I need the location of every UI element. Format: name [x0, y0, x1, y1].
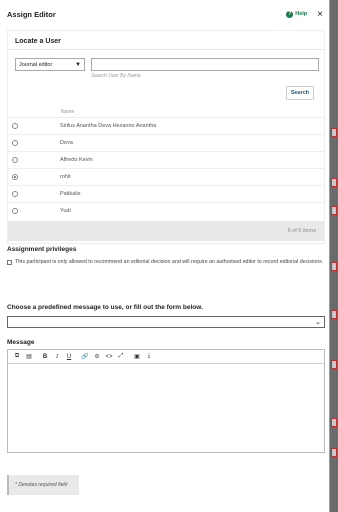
user-name: Yudi: [60, 208, 71, 214]
user-row[interactable]: Patikalis: [8, 185, 324, 202]
user-radio[interactable]: [12, 140, 18, 146]
user-row[interactable]: Sirilus Anantha Deva Hexanno Anantha: [8, 117, 324, 134]
backdrop-marker: [331, 418, 337, 427]
user-name: Deva: [60, 140, 73, 146]
user-name: rohit: [60, 174, 71, 180]
user-radio-selected[interactable]: [12, 174, 18, 180]
backdrop-marker: [331, 206, 337, 215]
help-link[interactable]: ? Help: [286, 10, 308, 18]
fullscreen-icon[interactable]: ⤢: [115, 351, 127, 363]
user-radio[interactable]: [12, 123, 18, 129]
assignment-privileges: Assignment privileges This participant i…: [7, 246, 325, 267]
search-user-placeholder: Search User By Name: [91, 73, 141, 79]
locate-user-title: Locate a User: [8, 31, 324, 50]
required-field-note: * Denotes required field: [7, 475, 79, 495]
predefined-message-section: Choose a predefined message to use, or f…: [7, 304, 325, 328]
paste-icon[interactable]: ▤: [23, 351, 35, 363]
backdrop-marker: [331, 262, 337, 271]
italic-icon[interactable]: I: [51, 351, 63, 363]
user-list: Sirilus Anantha Deva Hexanno Anantha Dev…: [8, 117, 324, 219]
privileges-title: Assignment privileges: [7, 246, 77, 253]
help-label: Help: [295, 11, 308, 17]
bold-icon[interactable]: B: [39, 351, 51, 363]
recommend-only-option: This participant is only allowed to reco…: [7, 258, 325, 267]
message-title: Message: [7, 339, 35, 346]
user-radio[interactable]: [12, 208, 18, 214]
underline-icon[interactable]: U: [63, 351, 75, 363]
unlink-icon[interactable]: ⊘: [91, 351, 103, 363]
chevron-down-icon: ▼: [75, 61, 81, 68]
modal-header: Assign Editor ? Help ×: [0, 0, 329, 28]
role-select[interactable]: Journal editor ▼: [15, 58, 85, 71]
user-row[interactable]: Alfredo Kevin: [8, 151, 324, 168]
user-radio[interactable]: [12, 157, 18, 163]
link-icon[interactable]: 🔗: [79, 351, 91, 363]
search-user-input[interactable]: [91, 58, 319, 71]
user-row[interactable]: Deva: [8, 134, 324, 151]
message-section: Message ⧉ ▤ B I U 🔗 ⊘ <> ⤢ ▣ ⤓: [7, 339, 325, 453]
locate-user-panel: Locate a User Journal editor ▼ Search Us…: [7, 30, 325, 244]
role-select-value: Journal editor: [19, 61, 53, 68]
search-button[interactable]: Search: [286, 86, 314, 100]
help-icon: ?: [286, 10, 294, 18]
recommend-only-checkbox[interactable]: [7, 260, 12, 265]
image-icon[interactable]: ▣: [131, 351, 143, 363]
user-row[interactable]: rohit: [8, 168, 324, 185]
backdrop-marker: [331, 310, 337, 319]
backdrop-marker: [331, 448, 337, 457]
chevron-down-icon: ⌄: [315, 319, 321, 326]
user-row[interactable]: Yudi: [8, 202, 324, 219]
user-name: Patikalis: [60, 191, 81, 197]
predefined-message-select[interactable]: ⌄: [7, 316, 325, 328]
code-icon[interactable]: <>: [103, 351, 115, 363]
user-name: Sirilus Anantha Deva Hexanno Anantha: [60, 123, 157, 129]
message-body-input[interactable]: [8, 364, 324, 452]
upload-icon[interactable]: ⤓: [143, 351, 155, 363]
copy-icon[interactable]: ⧉: [11, 351, 23, 363]
predefined-message-title: Choose a predefined message to use, or f…: [7, 304, 203, 311]
name-column-header: Name: [61, 109, 75, 115]
recommend-only-label: This participant is only allowed to reco…: [15, 259, 324, 265]
user-filter-row: Journal editor ▼ Search User By Name: [15, 58, 319, 80]
backdrop-marker: [331, 128, 337, 137]
user-name: Alfredo Kevin: [60, 157, 93, 163]
message-editor: ⧉ ▤ B I U 🔗 ⊘ <> ⤢ ▣ ⤓: [7, 349, 325, 453]
modal-title: Assign Editor: [7, 9, 56, 19]
backdrop-marker: [331, 360, 337, 369]
backdrop-marker: [331, 178, 337, 187]
assign-editor-modal: Assign Editor ? Help × Locate a User Jou…: [0, 0, 330, 512]
close-icon[interactable]: ×: [317, 9, 323, 20]
editor-toolbar: ⧉ ▤ B I U 🔗 ⊘ <> ⤢ ▣ ⤓: [8, 350, 324, 364]
user-radio[interactable]: [12, 191, 18, 197]
pagination-status: 6 of 6 items: [8, 221, 324, 241]
